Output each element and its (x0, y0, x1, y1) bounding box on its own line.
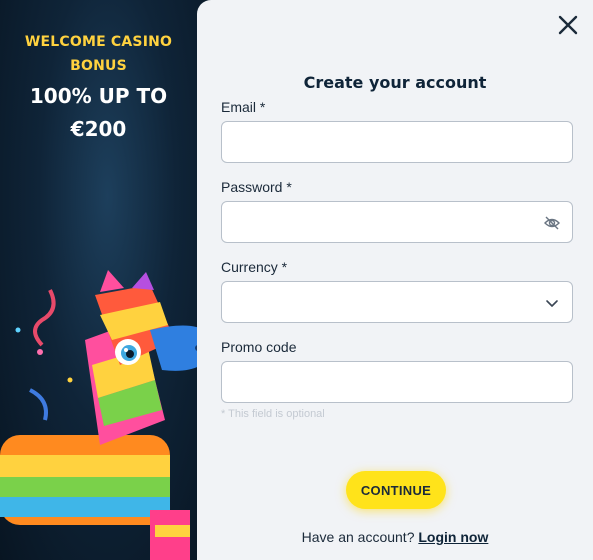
promo-panel: WELCOME CASINO BONUS 100% UP TO €200 (0, 0, 215, 560)
eye-off-icon[interactable] (543, 214, 561, 232)
promo-offer: 100% UP TO €200 (29, 84, 168, 141)
have-account-text: Have an account? (301, 529, 415, 545)
password-field[interactable] (222, 202, 572, 242)
pinata-illustration (0, 270, 213, 560)
chevron-down-icon (543, 294, 561, 312)
promo-code-field[interactable] (222, 362, 572, 402)
promo-code-hint: * This field is optional (221, 408, 325, 420)
form-title: Create your account (303, 73, 487, 92)
password-field-box (221, 201, 573, 243)
email-field[interactable] (222, 122, 572, 162)
currency-label: Currency * (221, 259, 288, 275)
password-label: Password * (221, 179, 292, 195)
email-field-box (221, 121, 573, 163)
close-icon[interactable] (557, 14, 579, 36)
login-prompt: Have an account? Login now (197, 529, 593, 545)
promo-code-label: Promo code (221, 339, 297, 355)
email-label: Email * (221, 99, 266, 115)
login-link[interactable]: Login now (418, 529, 488, 545)
promo-text: WELCOME CASINO BONUS 100% UP TO €200 (0, 30, 197, 146)
promo-code-field-box (221, 361, 573, 403)
signup-form-panel: Create your account Email * Password * C… (197, 0, 593, 560)
promo-headline: WELCOME CASINO BONUS (24, 34, 173, 74)
continue-button[interactable]: CONTINUE (346, 471, 446, 509)
currency-select[interactable] (221, 281, 573, 323)
